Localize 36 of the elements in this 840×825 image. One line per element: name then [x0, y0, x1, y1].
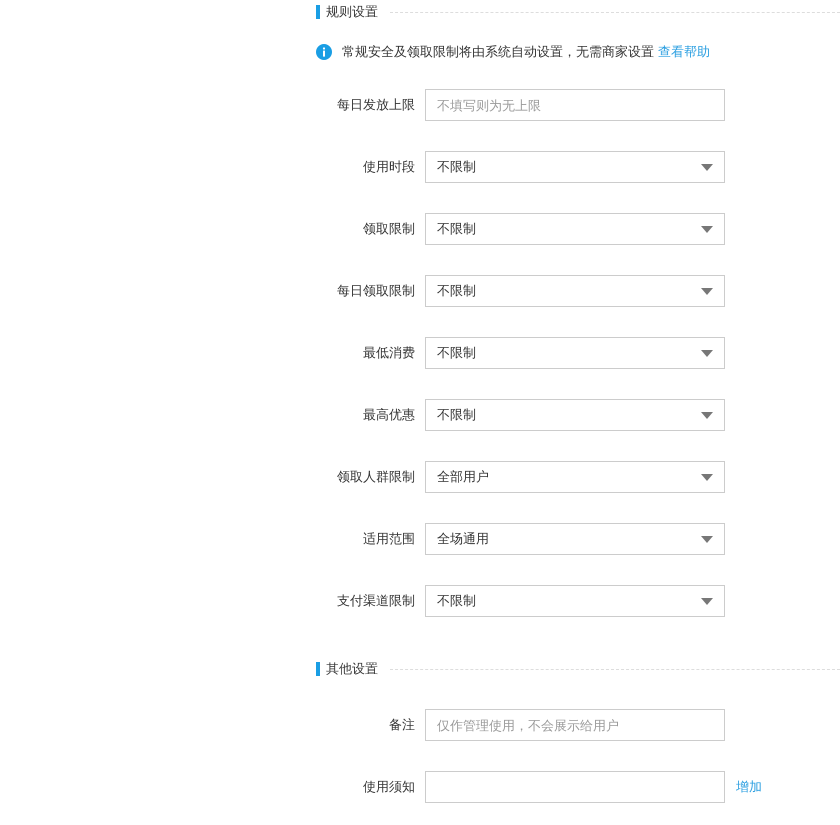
- caret-icon: [701, 412, 713, 418]
- caret-icon: [701, 226, 713, 232]
- field-label: 领取人群限制: [336, 468, 415, 486]
- caret-icon: [701, 164, 713, 170]
- field-label: 最高优惠: [362, 406, 415, 424]
- caret-icon: [701, 474, 713, 480]
- select-field[interactable]: 不限制: [425, 275, 725, 307]
- select-field[interactable]: 全场通用: [425, 523, 725, 555]
- select-field[interactable]: 全部用户: [425, 461, 725, 493]
- select-field[interactable]: 不限制: [425, 151, 725, 183]
- field-label: 每日发放上限: [336, 96, 415, 114]
- field-label: 每日领取限制: [336, 282, 415, 300]
- field-label: 最低消费: [362, 344, 415, 362]
- select-field[interactable]: 不限制: [425, 399, 725, 431]
- caret-icon: [701, 598, 713, 604]
- caret-icon: [701, 350, 713, 356]
- select-field[interactable]: 不限制: [425, 213, 725, 245]
- field-label: 使用时段: [362, 158, 415, 176]
- field-label: 领取限制: [362, 220, 415, 238]
- field-label: 支付渠道限制: [336, 592, 415, 610]
- caret-icon: [701, 536, 713, 542]
- notice-text: 常规安全及领取限制将由系统自动设置，无需商家设置: [342, 43, 654, 62]
- select-field[interactable]: 不限制: [425, 337, 725, 369]
- input-field[interactable]: 不填写则为无上限: [425, 89, 725, 121]
- section-title: 其他设置: [326, 660, 378, 678]
- caret-icon: [701, 288, 713, 294]
- title-marker: [316, 662, 320, 676]
- title-marker: [316, 5, 320, 19]
- info-icon: [316, 44, 332, 60]
- field-label: 适用范围: [362, 530, 415, 548]
- field-label: 备注: [388, 716, 415, 734]
- input-field[interactable]: [425, 771, 725, 803]
- field-label: 使用须知: [362, 778, 415, 796]
- section-title: 规则设置: [326, 3, 378, 21]
- input-field[interactable]: 仅作管理使用，不会展示给用户: [425, 709, 725, 741]
- select-field[interactable]: 不限制: [425, 585, 725, 617]
